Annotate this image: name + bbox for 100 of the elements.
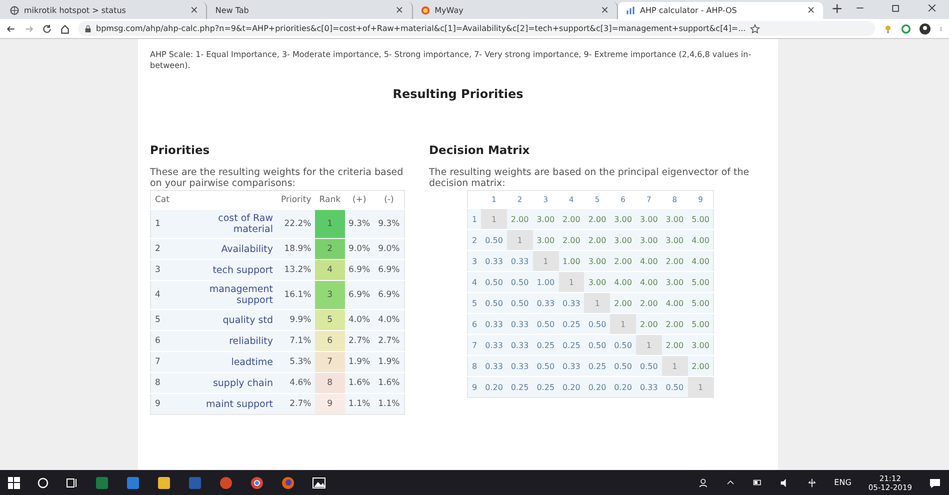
table-cell: 4.0%	[344, 310, 374, 330]
page-title: Resulting Priorities	[392, 87, 524, 101]
people-icon[interactable]	[699, 478, 710, 488]
matrix-cell: 0.33	[506, 356, 533, 376]
spreadsheet-app-icon[interactable]	[95, 476, 109, 490]
row-header: 6	[468, 314, 482, 334]
forward-icon	[24, 24, 34, 34]
matrix-cell: 5.00	[688, 272, 714, 292]
matrix-cell: 3.00	[636, 230, 662, 250]
table-cell: 6.9%	[344, 260, 374, 280]
reload-icon	[42, 24, 52, 34]
extension-icon	[901, 24, 911, 34]
rank-cell: 8	[315, 372, 345, 394]
table-cell: 7	[150, 352, 179, 372]
matrix-cell: 5.00	[688, 314, 714, 334]
new-tab-button[interactable]: +	[831, 1, 844, 17]
matrix-cell: 3.00	[532, 230, 559, 250]
close-icon[interactable]: ×	[600, 5, 609, 16]
criterion-cell: Availability	[179, 238, 277, 260]
table-cell: 5	[150, 310, 179, 330]
task-view-icon[interactable]	[66, 476, 78, 488]
presentation-app-icon[interactable]	[219, 476, 233, 490]
matrix-cell: 0.25	[532, 376, 559, 398]
table-cell: 13.2%	[277, 260, 316, 280]
table-cell: 3	[150, 260, 179, 280]
search-icon[interactable]	[37, 476, 49, 488]
matrix-cell: 0.50	[506, 272, 533, 292]
matrix-cell: 0.50	[662, 376, 688, 398]
address-bar[interactable]: bpmsg.com/ahp/ahp-calc.php?n=9&t=AHP+priorities&c[0]=cost+of+Raw+material&c[1]=Availability&c[2]=tech+support&c[3]=management+support&c[4]=...	[78, 21, 875, 36]
rank-cell: 9	[315, 394, 345, 414]
matrix-cell: 0.50	[610, 356, 636, 376]
matrix-cell: 0.25	[584, 356, 610, 376]
language-indicator[interactable]: ENG	[834, 478, 852, 487]
matrix-cell: 2.00	[506, 208, 533, 230]
matrix-cell: 3.00	[636, 208, 662, 230]
matrix-cell: 0.33	[506, 314, 533, 334]
matrix-cell: 1	[636, 334, 662, 356]
table-cell: 9.0%	[344, 238, 374, 260]
matrix-cell: 4.00	[610, 272, 636, 292]
table-cell: 1.9%	[344, 352, 374, 372]
matrix-cell: 0.20	[481, 376, 507, 398]
table-cell: 1.1%	[344, 394, 374, 414]
table-cell: 2.7%	[344, 330, 374, 352]
close-icon[interactable]: ×	[806, 5, 816, 16]
matrix-cell: 2.00	[636, 314, 662, 334]
table-cell: 4.0%	[374, 310, 404, 330]
browser-app-icon[interactable]	[126, 476, 140, 490]
matrix-cell: 0.33	[532, 292, 559, 314]
folder-icon[interactable]	[157, 476, 171, 490]
table-cell: 9.3%	[374, 210, 404, 238]
windows-start-icon[interactable]	[8, 476, 20, 488]
row-header: 8	[468, 356, 482, 376]
row-header: 4	[468, 272, 482, 292]
table-cell: 9.3%	[344, 210, 374, 238]
criterion-cell: quality std	[179, 310, 277, 330]
matrix-cell: 0.25	[532, 334, 559, 356]
matrix-cell: 0.33	[558, 356, 584, 376]
rank-cell: 2	[315, 238, 345, 260]
table-cell: 5.3%	[277, 352, 316, 372]
matrix-cell: 0.50	[481, 230, 507, 250]
matrix-cell: 0.33	[506, 334, 533, 356]
table-cell: 6.9%	[374, 280, 404, 310]
matrix-cell: 1.00	[558, 250, 584, 272]
section-heading: Decision Matrix	[429, 143, 531, 157]
matrix-cell: 0.50	[506, 292, 533, 314]
matrix-cell: 2.00	[584, 208, 610, 230]
table-cell: 8	[150, 372, 179, 394]
matrix-cell: 1	[558, 272, 584, 292]
matrix-cell: 3.00	[610, 230, 636, 250]
network-icon[interactable]	[807, 478, 818, 488]
scale-note: AHP Scale: 1- Equal Importance, 3- Moderate importance, 5- Strong importance, 7- Very strong importance, 9- Extreme importance (2,4,6,8 values in-between).	[150, 49, 752, 71]
chevron-up-icon[interactable]	[726, 478, 736, 487]
star-icon	[750, 24, 760, 34]
close-icon[interactable]: ×	[190, 5, 198, 16]
column-header: Cat	[150, 190, 277, 210]
chart-icon	[626, 6, 635, 15]
matrix-cell: 0.50	[481, 272, 507, 292]
matrix-cell: 3.00	[584, 250, 610, 272]
table-cell: 1.6%	[344, 372, 374, 394]
matrix-cell: 0.25	[506, 376, 533, 398]
matrix-cell: 3.00	[662, 230, 688, 250]
notification-icon[interactable]	[929, 476, 941, 488]
browser-tab[interactable]: AHP calculator - AHP-OS ×	[618, 2, 824, 19]
close-icon[interactable]: ×	[395, 5, 404, 16]
rank-cell: 7	[315, 352, 345, 372]
criterion-cell: maint support	[179, 394, 277, 414]
matrix-cell: 0.33	[481, 314, 507, 334]
row-header: 3	[468, 250, 482, 272]
close-icon	[927, 2, 938, 12]
document-app-icon[interactable]	[188, 476, 202, 490]
matrix-cell: 1	[532, 250, 559, 272]
table-cell: 9	[150, 394, 179, 414]
battery-icon[interactable]	[752, 478, 764, 487]
photos-icon[interactable]	[312, 476, 326, 490]
matrix-cell: 0.33	[481, 250, 507, 272]
matrix-cell: 0.33	[506, 250, 533, 272]
section-intro: The resulting weights are based on the principal eigenvector of the decision matrix:	[429, 167, 750, 189]
matrix-cell: 1	[610, 314, 636, 334]
matrix-cell: 4.00	[688, 250, 714, 272]
matrix-cell: 0.50	[481, 292, 507, 314]
